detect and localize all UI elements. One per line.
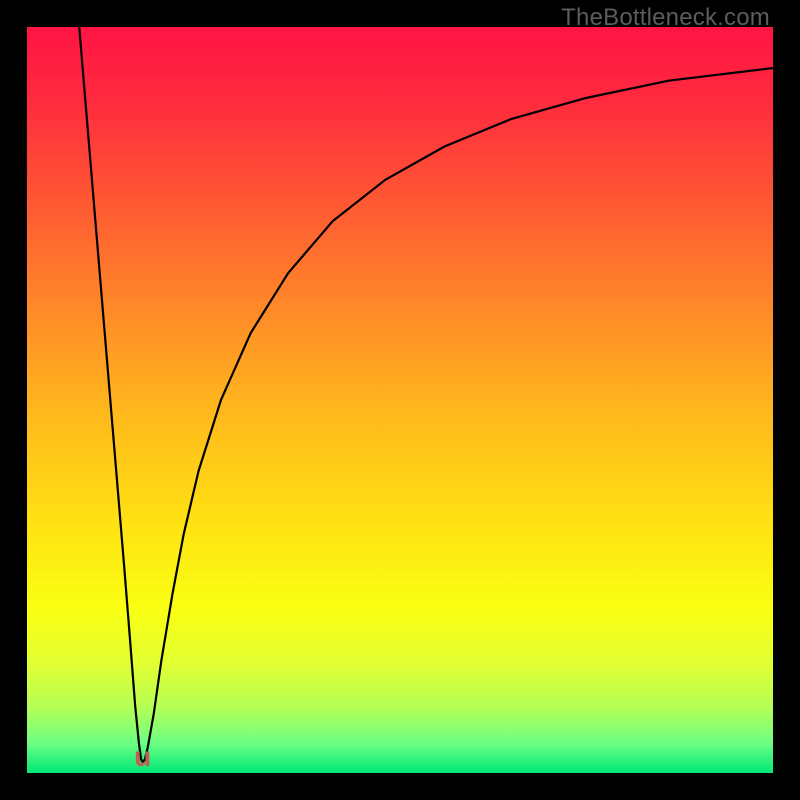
optimum-u-marker: u [134, 743, 151, 771]
chart-frame: u TheBottleneck.com [0, 0, 800, 800]
plot-area: u [27, 27, 773, 773]
watermark-label: TheBottleneck.com [561, 4, 770, 32]
bottleneck-curve [27, 27, 773, 773]
